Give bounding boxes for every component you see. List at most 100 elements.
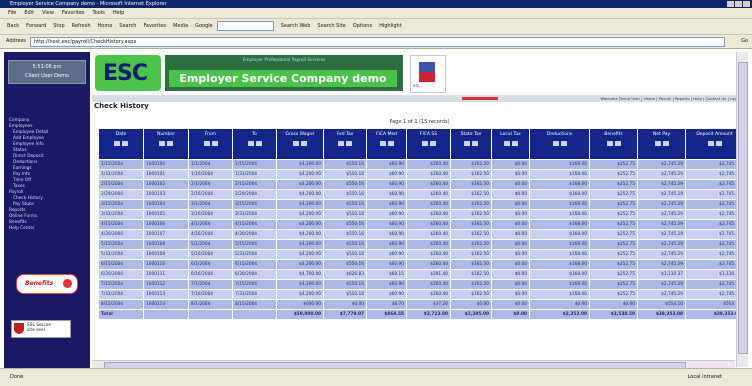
google-search-input[interactable] (216, 20, 274, 31)
toolbar-button-search-site[interactable]: Search Site (317, 23, 345, 29)
column-filter[interactable] (533, 141, 586, 147)
filter-icon[interactable] (606, 141, 613, 146)
sort-icon[interactable] (387, 141, 394, 146)
table-cell: $600.00 (276, 299, 324, 310)
toolbar-button-options[interactable]: Options (353, 23, 372, 29)
filter-icon[interactable] (293, 141, 299, 146)
filter-icon[interactable] (421, 141, 428, 146)
minimize-icon[interactable] (727, 1, 734, 7)
table-row[interactable]: 2/15/2004 1000102 2/1/2004 2/15/2004 $4,200.… (98, 179, 744, 190)
filter-icon[interactable] (654, 141, 661, 146)
menu-item-help[interactable]: Help (113, 10, 124, 16)
column-filter[interactable] (236, 141, 273, 147)
menu-item-favorites[interactable]: Favorites (62, 10, 85, 16)
table-row[interactable]: 5/15/2004 1000108 5/1/2004 5/15/2004 $4,200.… (98, 239, 744, 250)
table-row[interactable]: 1/15/2004 1000100 1/1/2004 1/15/2004 $4,200.… (98, 159, 744, 170)
filter-icon[interactable] (159, 141, 165, 146)
toolbar-button-forward[interactable]: Forward (26, 23, 46, 29)
table-row[interactable]: 7/15/2004 1000112 7/1/2004 7/15/2004 $4,200.… (98, 279, 744, 290)
vertical-scrollbar[interactable] (736, 52, 748, 367)
sort-icon[interactable] (472, 141, 478, 146)
secure-seal[interactable]: SSL Secure site seal (11, 320, 71, 338)
filter-icon[interactable] (379, 141, 386, 146)
go-button[interactable]: Go (741, 37, 748, 46)
filter-icon[interactable] (247, 141, 254, 146)
table-row[interactable]: 8/15/2004 1000114 8/1/2004 8/15/2004 $600.00… (98, 299, 744, 310)
sort-icon[interactable] (301, 141, 307, 146)
sort-icon[interactable] (346, 141, 352, 146)
scroll-thumb[interactable] (738, 62, 748, 354)
sort-icon[interactable] (614, 141, 621, 146)
toolbar-button-highlight[interactable]: Highlight (379, 23, 402, 29)
table-row[interactable]: 6/30/2004 1000111 6/16/2004 6/30/2004 $4,700… (98, 269, 744, 280)
toolbar-button-refresh[interactable]: Refresh (72, 23, 91, 29)
sort-icon[interactable] (211, 141, 218, 146)
menu-item-tools[interactable]: Tools (93, 10, 105, 16)
filter-icon[interactable] (464, 141, 470, 146)
filter-icon[interactable] (707, 141, 714, 146)
table-cell: $252.75 (589, 219, 638, 230)
toolbar-button-media[interactable]: Media (173, 23, 188, 29)
top-nav-links[interactable]: Welcome Demo User | Home | Payroll | Rep… (600, 95, 743, 102)
sort-icon[interactable] (122, 141, 128, 146)
table-cell: $550.16 (323, 259, 367, 270)
filter-icon[interactable] (552, 141, 559, 146)
sort-icon[interactable] (511, 141, 518, 146)
table-cell: $0.00 (491, 269, 530, 280)
horizontal-scrollbar[interactable] (92, 360, 735, 369)
column-filter[interactable] (641, 141, 682, 147)
table-cell: $2,745.29 (637, 219, 686, 230)
table-cell: $168.00 (529, 269, 590, 280)
column-filter[interactable] (280, 141, 320, 147)
table-cell: $550.16 (323, 169, 367, 180)
filter-icon[interactable] (503, 141, 510, 146)
total-cell: $3,713.80 (406, 309, 451, 320)
column-filter[interactable] (495, 141, 526, 147)
sort-icon[interactable] (429, 141, 436, 146)
column-filter[interactable] (327, 141, 363, 147)
toolbar-button-favorites[interactable]: Favorites (143, 23, 166, 29)
table-row[interactable]: 4/15/2004 1000106 4/1/2004 4/15/2004 $4,200.… (98, 219, 744, 230)
filter-icon[interactable] (203, 141, 210, 146)
table-row[interactable]: 4/30/2004 1000107 4/16/2004 4/30/2004 $4,200… (98, 229, 744, 240)
table-row[interactable]: 6/15/2004 1000110 6/1/2004 6/15/2004 $4,200.… (98, 259, 744, 270)
sort-icon[interactable] (560, 141, 567, 146)
esc-logo[interactable]: ESC (95, 55, 161, 91)
column-filter[interactable] (370, 141, 403, 147)
table-row[interactable]: 3/31/2004 1000105 3/16/2004 3/31/2004 $4,200… (98, 209, 744, 220)
column-filter[interactable] (454, 141, 488, 147)
table-cell: 7/16/2004 (188, 289, 233, 300)
column-filter[interactable] (192, 141, 229, 147)
table-row[interactable]: 7/31/2004 1000113 7/16/2004 7/31/2004 $4,200… (98, 289, 744, 300)
sort-icon[interactable] (662, 141, 669, 146)
toolbar-button-stop[interactable]: Stop (53, 23, 64, 29)
sort-icon[interactable] (715, 141, 722, 146)
column-filter[interactable] (147, 141, 185, 147)
table-cell: $0.00 (491, 169, 530, 180)
menu-item-file[interactable]: File (8, 10, 16, 16)
toolbar-button-search-web[interactable]: Search Web (281, 23, 311, 29)
toolbar-button-search[interactable]: Search (119, 23, 136, 29)
filter-icon[interactable] (338, 141, 344, 146)
column-filter[interactable] (689, 141, 740, 147)
close-icon[interactable] (743, 1, 750, 7)
column-filter[interactable] (102, 141, 140, 147)
column-filter[interactable] (410, 141, 447, 147)
toolbar-button-back[interactable]: Back (7, 23, 19, 29)
column-filter[interactable] (593, 141, 634, 147)
sort-icon[interactable] (167, 141, 173, 146)
menu-item-edit[interactable]: Edit (24, 10, 34, 16)
toolbar-button-google[interactable]: Google (195, 23, 213, 29)
menu-item-view[interactable]: View (42, 10, 54, 16)
table-row[interactable]: 1/31/2004 1000101 1/16/2004 1/31/2004 $4,200… (98, 169, 744, 180)
table-row[interactable]: 5/31/2004 1000109 5/16/2004 5/31/2004 $4,200… (98, 249, 744, 260)
filter-icon[interactable] (114, 141, 120, 146)
table-row[interactable]: 3/15/2004 1000104 3/1/2004 3/15/2004 $4,200.… (98, 199, 744, 210)
maximize-icon[interactable] (735, 1, 742, 7)
sidebar-item-help-center[interactable]: Help Center (9, 226, 87, 232)
toolbar-button-home[interactable]: Home (98, 23, 113, 29)
address-input[interactable]: http://host.esc/payroll/CheckHistory.asp… (30, 37, 725, 47)
sort-icon[interactable] (255, 141, 262, 146)
table-row[interactable]: 2/29/2004 1000103 2/16/2004 2/29/2004 $4,200… (98, 189, 744, 200)
benefits-logo[interactable]: Benefits (16, 274, 78, 294)
